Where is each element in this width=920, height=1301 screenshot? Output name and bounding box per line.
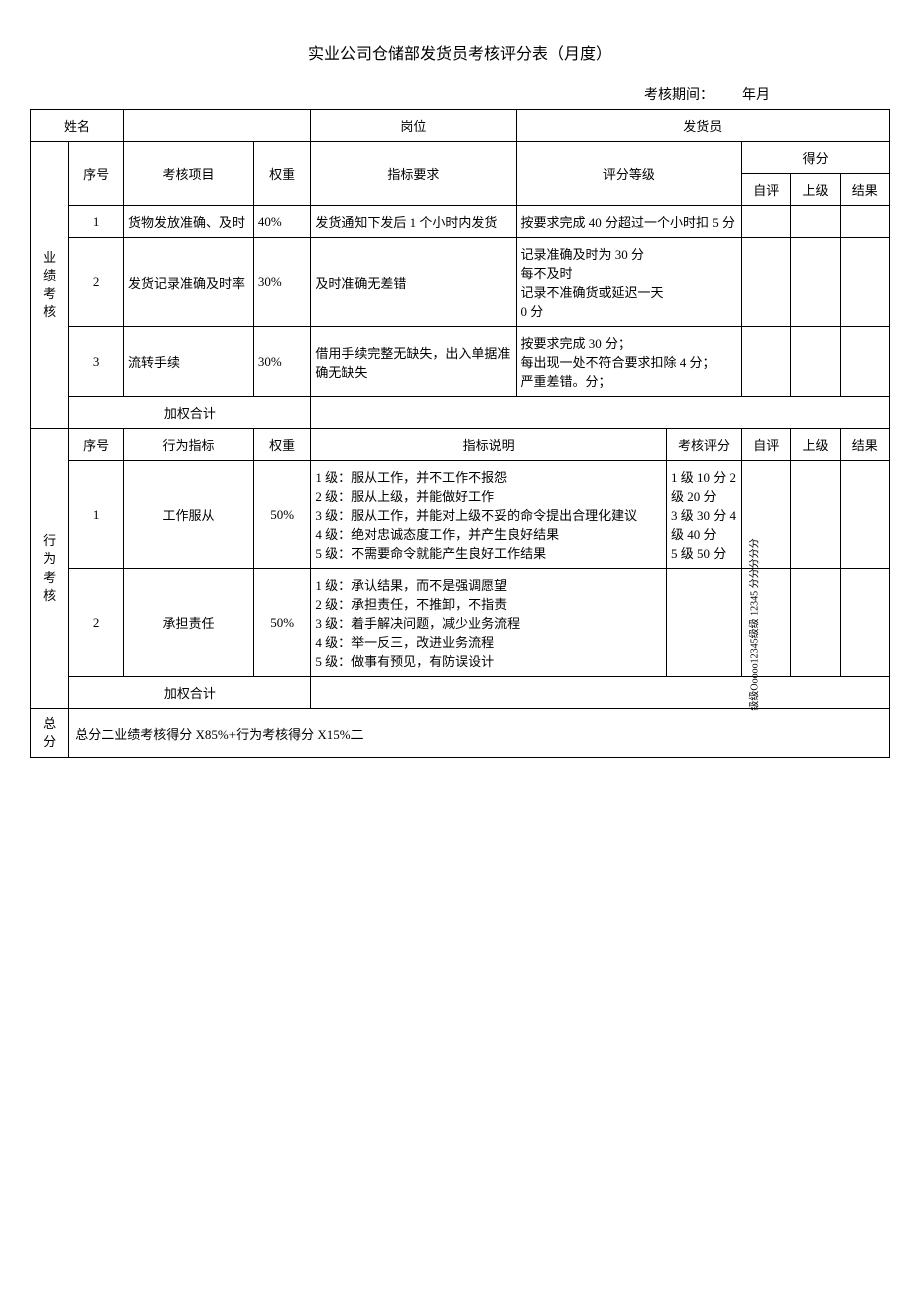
perf-result [840,238,889,327]
perf-subtotal-row: 加权合计 [31,397,890,429]
perf-sup [791,327,840,397]
perf-requirement: 借用手续完整无缺失，出入单据准确无缺失 [311,327,516,397]
perf-header-row: 业绩考核 序号 考核项目 权重 指标要求 评分等级 得分 [31,142,890,174]
perf-col-score: 得分 [742,142,890,174]
name-value [124,110,311,142]
perf-seq: 3 [69,327,124,397]
position-label: 岗位 [311,110,516,142]
perf-row: 3 流转手续 30% 借用手续完整无缺失，出入单据准确无缺失 按要求完成 30 … [31,327,890,397]
behav-col-desc: 指标说明 [311,429,667,461]
behav-sup [791,461,840,569]
total-label: 总分 [31,709,69,758]
evaluation-table: 姓名 岗位 发货员 业绩考核 序号 考核项目 权重 指标要求 评分等级 得分 自… [30,109,890,758]
behav-score-rotated: 级级Ooooo12345级级 12345 分分分分分 [666,569,741,677]
behav-col-self: 自评 [742,429,791,461]
behav-desc: 1 级：承认结果，而不是强调愿望 2 级：承担责任，不推卸，不指责 3 级：着手… [311,569,667,677]
behav-subtotal-value [311,677,890,709]
period-value: 年月 [742,88,770,103]
perf-item: 发货记录准确及时率 [124,238,254,327]
behav-seq: 2 [69,569,124,677]
behav-result [840,461,889,569]
behav-col-result: 结果 [840,429,889,461]
behav-item: 承担责任 [124,569,254,677]
doc-title: 实业公司仓储部发货员考核评分表（月度） [30,40,890,64]
behav-col-weight: 权重 [253,429,310,461]
perf-requirement: 及时准确无差错 [311,238,516,327]
perf-grade: 记录准确及时为 30 分 每不及时 记录不准确货或延迟一天 0 分 [516,238,742,327]
perf-subtotal-label: 加权合计 [69,397,311,429]
period-label: 考核期间： [644,88,714,103]
behav-score: 1 级 10 分 2 级 20 分 3 级 30 分 4 级 40 分 5 级 … [666,461,741,569]
perf-result [840,206,889,238]
behav-subtotal-label: 加权合计 [69,677,311,709]
behav-col-score: 考核评分 [666,429,741,461]
behav-row: 2 承担责任 50% 1 级：承认结果，而不是强调愿望 2 级：承担责任，不推卸… [31,569,890,677]
behav-result [840,569,889,677]
behav-weight: 50% [253,461,310,569]
behav-col-sup: 上级 [791,429,840,461]
perf-col-self: 自评 [742,174,791,206]
behav-subtotal-row: 加权合计 [31,677,890,709]
perf-seq: 2 [69,238,124,327]
behav-category: 行为考核 [31,429,69,709]
assessment-period: 考核期间： 年月 [30,84,890,104]
perf-requirement: 发货通知下发后 1 个小时内发货 [311,206,516,238]
perf-col-item: 考核项目 [124,142,254,206]
behav-item: 工作服从 [124,461,254,569]
perf-col-grade: 评分等级 [516,142,742,206]
perf-grade: 按要求完成 30 分； 每出现一处不符合要求扣除 4 分； 严重差错。分； [516,327,742,397]
name-label: 姓名 [31,110,124,142]
position-value: 发货员 [516,110,890,142]
perf-col-weight: 权重 [253,142,310,206]
perf-sup [791,238,840,327]
header-row: 姓名 岗位 发货员 [31,110,890,142]
perf-subtotal-value [311,397,890,429]
behav-row: 1 工作服从 50% 1 级：服从工作，并不工作不报怨 2 级：服从上级，并能做… [31,461,890,569]
perf-category: 业绩考核 [31,142,69,429]
behav-weight: 50% [253,569,310,677]
total-row: 总分 总分二业绩考核得分 X85%+行为考核得分 X15%二 [31,709,890,758]
perf-self [742,327,791,397]
perf-row: 2 发货记录准确及时率 30% 及时准确无差错 记录准确及时为 30 分 每不及… [31,238,890,327]
total-formula: 总分二业绩考核得分 X85%+行为考核得分 X15%二 [69,709,890,758]
behav-col-item: 行为指标 [124,429,254,461]
perf-item: 流转手续 [124,327,254,397]
perf-col-seq: 序号 [69,142,124,206]
perf-row: 1 货物发放准确、及时 40% 发货通知下发后 1 个小时内发货 按要求完成 4… [31,206,890,238]
perf-weight: 30% [253,238,310,327]
perf-result [840,327,889,397]
perf-col-sup: 上级 [791,174,840,206]
perf-weight: 30% [253,327,310,397]
behav-sup [791,569,840,677]
behav-col-seq: 序号 [69,429,124,461]
behav-seq: 1 [69,461,124,569]
perf-item: 货物发放准确、及时 [124,206,254,238]
perf-grade: 按要求完成 40 分超过一个小时扣 5 分 [516,206,742,238]
perf-self [742,206,791,238]
behav-header-row: 行为考核 序号 行为指标 权重 指标说明 考核评分 自评 上级 结果 [31,429,890,461]
perf-seq: 1 [69,206,124,238]
perf-sup [791,206,840,238]
behav-desc: 1 级：服从工作，并不工作不报怨 2 级：服从上级，并能做好工作 3 级：服从工… [311,461,667,569]
perf-weight: 40% [253,206,310,238]
perf-col-result: 结果 [840,174,889,206]
perf-col-requirement: 指标要求 [311,142,516,206]
perf-self [742,238,791,327]
